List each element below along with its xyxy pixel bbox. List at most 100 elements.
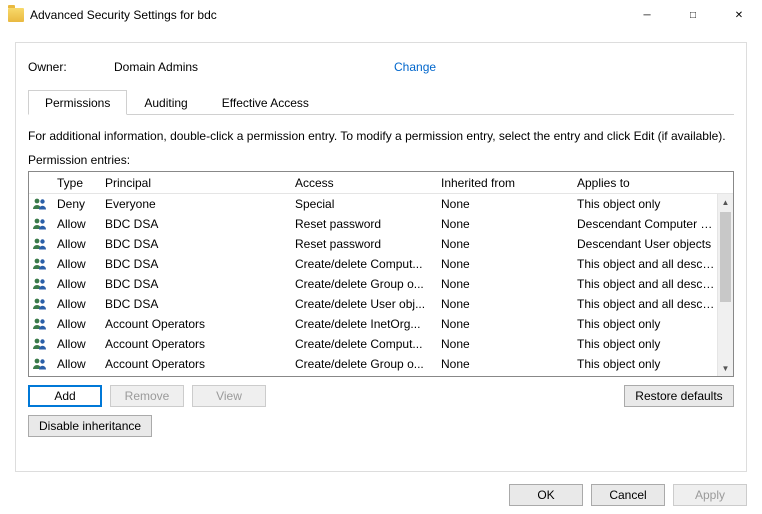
cell-inherited: None xyxy=(435,217,571,231)
cell-access: Special xyxy=(289,197,435,211)
entries-label: Permission entries: xyxy=(28,153,734,167)
cell-type: Allow xyxy=(51,277,99,291)
cell-principal: Account Operators xyxy=(99,357,289,371)
cell-access: Reset password xyxy=(289,217,435,231)
cell-access: Create/delete Comput... xyxy=(289,257,435,271)
cell-principal: BDC DSA xyxy=(99,237,289,251)
group-icon xyxy=(29,316,51,332)
vertical-scrollbar[interactable]: ▲ ▼ xyxy=(717,194,733,376)
ok-button[interactable]: OK xyxy=(509,484,583,506)
cell-access: Create/delete InetOrg... xyxy=(289,317,435,331)
table-row[interactable]: AllowBDC DSAReset passwordNoneDescendant… xyxy=(29,214,717,234)
cell-inherited: None xyxy=(435,337,571,351)
scroll-down-icon[interactable]: ▼ xyxy=(718,360,733,376)
table-row[interactable]: AllowAccount OperatorsCreate/delete Inet… xyxy=(29,314,717,334)
cell-applies: This object only xyxy=(571,337,717,351)
owner-label: Owner: xyxy=(28,60,114,74)
close-button[interactable]: ✕ xyxy=(716,0,762,30)
group-icon xyxy=(29,356,51,372)
col-type[interactable]: Type xyxy=(51,176,99,190)
add-button[interactable]: Add xyxy=(28,385,102,407)
cancel-button[interactable]: Cancel xyxy=(591,484,665,506)
inheritance-buttons: Disable inheritance xyxy=(28,415,734,437)
cell-inherited: None xyxy=(435,197,571,211)
scroll-up-icon[interactable]: ▲ xyxy=(718,194,733,210)
owner-row: Owner: Domain Admins Change xyxy=(28,55,734,79)
cell-type: Allow xyxy=(51,217,99,231)
tab-strip: Permissions Auditing Effective Access xyxy=(28,89,734,115)
cell-access: Create/delete Group o... xyxy=(289,277,435,291)
cell-type: Allow xyxy=(51,237,99,251)
tab-permissions[interactable]: Permissions xyxy=(28,90,127,115)
table-row[interactable]: AllowPrint OperatorsCreate/delete Printe… xyxy=(29,374,717,376)
change-owner-link[interactable]: Change xyxy=(394,60,436,74)
group-icon xyxy=(29,296,51,312)
cell-principal: BDC DSA xyxy=(99,257,289,271)
col-applies[interactable]: Applies to xyxy=(571,176,733,190)
col-access[interactable]: Access xyxy=(289,176,435,190)
cell-principal: BDC DSA xyxy=(99,297,289,311)
cell-applies: This object only xyxy=(571,197,717,211)
cell-applies: This object and all descendan... xyxy=(571,257,717,271)
disable-inheritance-button[interactable]: Disable inheritance xyxy=(28,415,152,437)
cell-applies: This object only xyxy=(571,317,717,331)
titlebar: Advanced Security Settings for bdc ─ □ ✕ xyxy=(0,0,762,30)
table-row[interactable]: AllowBDC DSACreate/delete Comput...NoneT… xyxy=(29,254,717,274)
col-inherited[interactable]: Inherited from xyxy=(435,176,571,190)
folder-icon xyxy=(8,8,24,22)
permission-grid: Type Principal Access Inherited from App… xyxy=(28,171,734,377)
table-row[interactable]: AllowBDC DSAReset passwordNoneDescendant… xyxy=(29,234,717,254)
cell-type: Allow xyxy=(51,257,99,271)
cell-principal: Everyone xyxy=(99,197,289,211)
grid-buttons: Add Remove View Restore defaults xyxy=(28,385,734,407)
table-row[interactable]: AllowAccount OperatorsCreate/delete Grou… xyxy=(29,354,717,374)
scroll-thumb[interactable] xyxy=(720,212,731,302)
view-button[interactable]: View xyxy=(192,385,266,407)
table-row[interactable]: DenyEveryoneSpecialNoneThis object only xyxy=(29,194,717,214)
dialog-body: Owner: Domain Admins Change Permissions … xyxy=(15,42,747,472)
group-icon xyxy=(29,236,51,252)
owner-value: Domain Admins xyxy=(114,60,394,74)
window-title: Advanced Security Settings for bdc xyxy=(30,8,624,22)
group-icon xyxy=(29,276,51,292)
minimize-button[interactable]: ─ xyxy=(624,0,670,30)
cell-inherited: None xyxy=(435,297,571,311)
group-icon xyxy=(29,336,51,352)
group-icon xyxy=(29,216,51,232)
maximize-button[interactable]: □ xyxy=(670,0,716,30)
cell-type: Allow xyxy=(51,317,99,331)
tab-auditing[interactable]: Auditing xyxy=(127,90,204,115)
group-icon xyxy=(29,256,51,272)
cell-applies: This object only xyxy=(571,357,717,371)
cell-applies: Descendant Computer objects xyxy=(571,217,717,231)
cell-access: Reset password xyxy=(289,237,435,251)
restore-defaults-button[interactable]: Restore defaults xyxy=(624,385,734,407)
cell-access: Create/delete User obj... xyxy=(289,297,435,311)
dialog-footer: OK Cancel Apply xyxy=(509,484,747,506)
cell-inherited: None xyxy=(435,357,571,371)
cell-inherited: None xyxy=(435,317,571,331)
cell-inherited: None xyxy=(435,237,571,251)
grid-body: DenyEveryoneSpecialNoneThis object onlyA… xyxy=(29,194,717,376)
apply-button[interactable]: Apply xyxy=(673,484,747,506)
cell-type: Allow xyxy=(51,357,99,371)
cell-type: Deny xyxy=(51,197,99,211)
group-icon xyxy=(29,196,51,212)
tab-effective-access[interactable]: Effective Access xyxy=(205,90,326,115)
table-row[interactable]: AllowAccount OperatorsCreate/delete Comp… xyxy=(29,334,717,354)
table-row[interactable]: AllowBDC DSACreate/delete User obj...Non… xyxy=(29,294,717,314)
cell-type: Allow xyxy=(51,337,99,351)
col-principal[interactable]: Principal xyxy=(99,176,289,190)
cell-applies: Descendant User objects xyxy=(571,237,717,251)
cell-principal: Account Operators xyxy=(99,317,289,331)
cell-inherited: None xyxy=(435,277,571,291)
table-row[interactable]: AllowBDC DSACreate/delete Group o...None… xyxy=(29,274,717,294)
cell-applies: This object and all descendan... xyxy=(571,297,717,311)
cell-access: Create/delete Group o... xyxy=(289,357,435,371)
cell-type: Allow xyxy=(51,297,99,311)
cell-principal: Account Operators xyxy=(99,337,289,351)
cell-principal: BDC DSA xyxy=(99,277,289,291)
info-text: For additional information, double-click… xyxy=(28,129,734,143)
grid-header: Type Principal Access Inherited from App… xyxy=(29,172,733,194)
remove-button[interactable]: Remove xyxy=(110,385,184,407)
